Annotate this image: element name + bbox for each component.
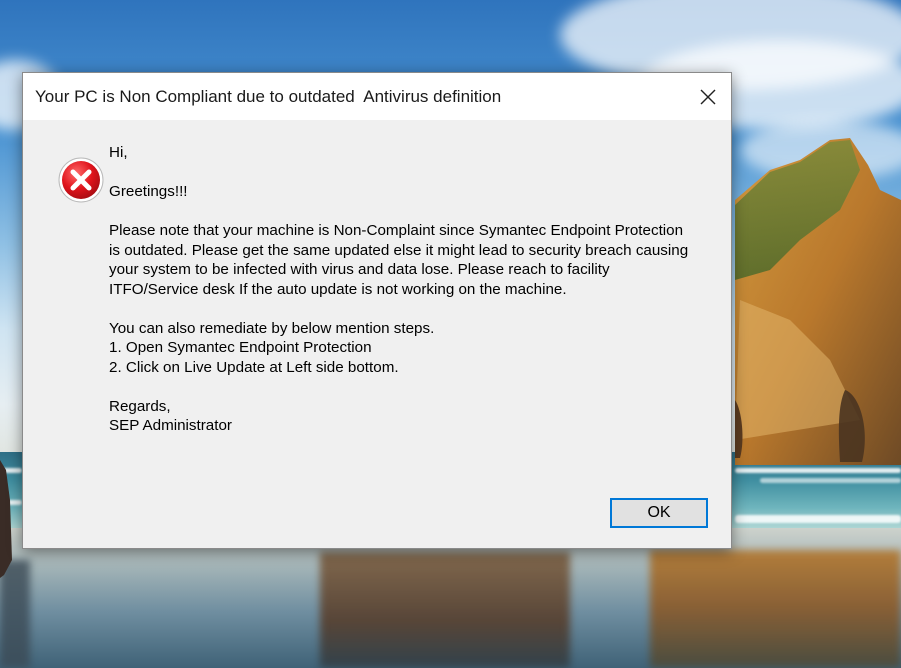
- message-line: your system to be infected with virus an…: [109, 261, 610, 278]
- message-signoff: Regards,: [109, 397, 171, 415]
- message-greetings: Greetings!!!: [109, 183, 188, 200]
- message-step: 2. Click on Live Update at Left side bot…: [109, 358, 399, 376]
- close-button[interactable]: [685, 73, 731, 120]
- message-line: Please note that your machine is Non-Com…: [109, 222, 684, 239]
- dialog-titlebar[interactable]: Your PC is Non Compliant due to outdated…: [23, 73, 731, 120]
- ok-button[interactable]: OK: [610, 498, 708, 528]
- close-icon: [700, 89, 716, 104]
- message-signature: SEP Administrator: [109, 417, 232, 434]
- alert-dialog: Your PC is Non Compliant due to outdated…: [22, 72, 732, 549]
- message-line: You can also remediate by below mention …: [109, 319, 435, 337]
- error-icon: [58, 157, 104, 203]
- message-line: ITFO/Service desk If the auto update is …: [109, 280, 567, 298]
- dialog-title: Your PC is Non Compliant due to outdated…: [35, 87, 502, 106]
- message-greeting: Hi,: [109, 144, 128, 161]
- message-step: 1. Open Symantec Endpoint Protection: [109, 339, 372, 356]
- dialog-message: Hi, Greetings!!! Please note that your m…: [109, 143, 729, 436]
- message-line: is outdated. Please get the same updated…: [109, 241, 689, 259]
